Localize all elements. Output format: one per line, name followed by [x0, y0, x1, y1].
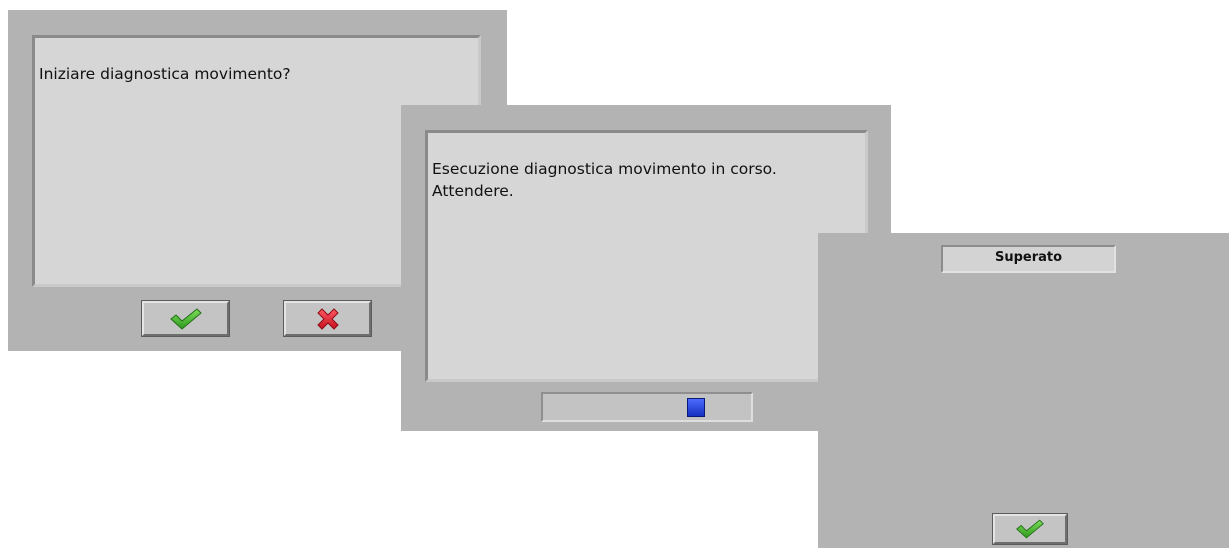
progress-block-icon: [687, 398, 705, 417]
cancel-button[interactable]: [283, 300, 372, 337]
diagnostics-result-dialog: Superato: [818, 233, 1229, 548]
cross-icon: [316, 307, 339, 330]
progress-message-text: Esecuzione diagnostica movimento in cors…: [432, 160, 777, 200]
progress-message-panel: Esecuzione diagnostica movimento in cors…: [425, 130, 868, 382]
confirm-button[interactable]: [141, 300, 230, 337]
progress-bar: [541, 392, 753, 422]
check-icon: [1016, 519, 1044, 539]
start-message-text: Iniziare diagnostica movimento?: [39, 65, 291, 83]
result-label: Superato: [941, 245, 1116, 273]
ok-button[interactable]: [992, 513, 1068, 545]
check-icon: [169, 307, 202, 330]
